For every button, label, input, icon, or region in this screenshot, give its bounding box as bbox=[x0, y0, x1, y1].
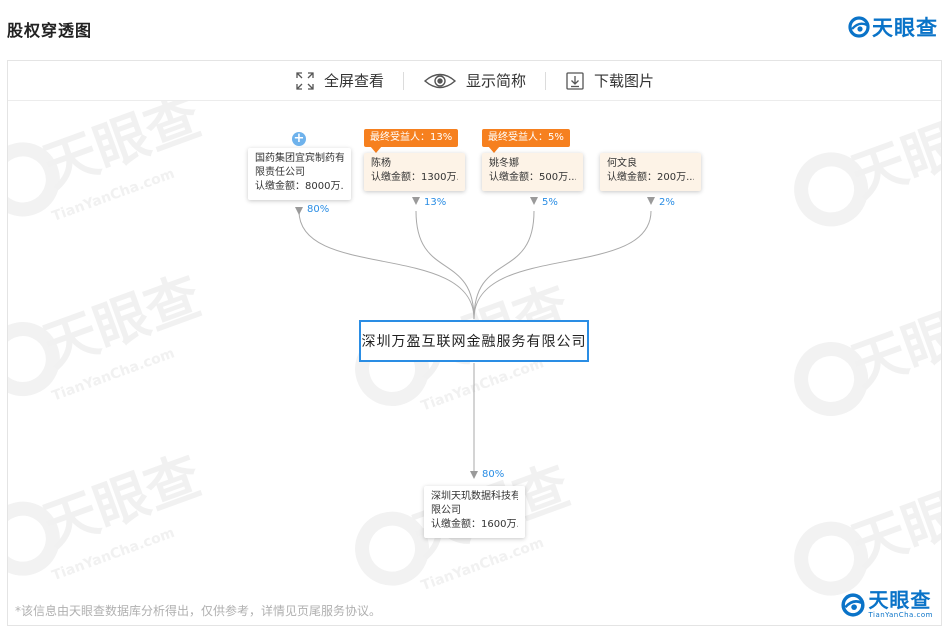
chart-toolbar: 全屏查看 显示简称 下载图片 bbox=[8, 61, 941, 101]
show-short-name-label: 显示简称 bbox=[465, 72, 526, 90]
connector-line bbox=[473, 210, 652, 320]
show-short-name-button[interactable]: 显示简称 bbox=[404, 61, 545, 101]
footer-brand-name: 天眼查 bbox=[868, 588, 932, 612]
download-image-button[interactable]: 下载图片 bbox=[546, 61, 673, 101]
shareholder-node[interactable]: 国药集团宜宾制药有 限责任公司 认缴金额：8000万... bbox=[248, 148, 351, 200]
share-percent: 80% bbox=[482, 469, 505, 480]
center-company-name: 深圳万盈互联网金融服务有限公司 bbox=[361, 334, 587, 350]
share-percent: 13% bbox=[424, 197, 447, 208]
brand-name: 天眼查 bbox=[872, 16, 938, 40]
tianyancha-logo-icon bbox=[848, 16, 870, 38]
footer-brand-logo: 天眼查 TianYanCha.com bbox=[841, 589, 933, 620]
subsidiary-name-line: 深圳天玑数据科技有 bbox=[431, 491, 518, 502]
arrow-down-icon bbox=[647, 197, 655, 205]
equity-chart-frame: 全屏查看 显示简称 下载图片 天眼查 TianYanCha.com 天眼查 Ti… bbox=[7, 60, 942, 626]
subscribed-amount: 认缴金额：8000万... bbox=[255, 181, 344, 192]
shareholder-node[interactable]: 姚冬娜 认缴金额：500万... bbox=[482, 153, 583, 191]
expand-plus-icon[interactable]: + bbox=[292, 132, 306, 146]
share-percent: 80% bbox=[307, 204, 330, 215]
shareholder-name-line: 国药集团宜宾制药有 bbox=[255, 153, 344, 164]
arrow-down-icon bbox=[470, 471, 478, 479]
shareholder-node[interactable]: 何文良 认缴金额：200万... bbox=[600, 153, 701, 191]
arrow-down-icon bbox=[412, 197, 420, 205]
equity-diagram: + 国药集团宜宾制药有 限责任公司 认缴金额：8000万... 80% 最终受益… bbox=[8, 61, 941, 625]
brand-logo: 天眼查 bbox=[848, 12, 938, 42]
fullscreen-label: 全屏查看 bbox=[323, 72, 384, 90]
shareholder-name-line: 限责任公司 bbox=[255, 167, 305, 178]
shareholder-name: 陈杨 bbox=[371, 158, 391, 169]
footer-brand-domain: TianYanCha.com bbox=[868, 611, 933, 619]
shareholder-name: 姚冬娜 bbox=[489, 158, 519, 169]
arrow-down-icon bbox=[295, 207, 303, 215]
subsidiary-name-line: 限公司 bbox=[431, 505, 461, 516]
shareholder-name: 何文良 bbox=[607, 158, 637, 169]
subscribed-amount: 认缴金额：200万... bbox=[607, 172, 694, 183]
tianyancha-logo-icon bbox=[841, 592, 866, 617]
center-company-node[interactable]: 深圳万盈互联网金融服务有限公司 bbox=[359, 320, 589, 362]
fullscreen-icon bbox=[296, 71, 314, 90]
subsidiary-node[interactable]: 深圳天玑数据科技有 限公司 认缴金额：1600万... bbox=[424, 486, 525, 538]
page-title: 股权穿透图 bbox=[7, 21, 93, 40]
arrow-down-icon bbox=[530, 197, 538, 205]
page-header: 股权穿透图 天眼查 bbox=[0, 0, 948, 56]
ultimate-beneficiary-tag: 最终受益人：13% bbox=[364, 129, 459, 153]
download-image-label: 下载图片 bbox=[594, 72, 655, 90]
share-percent: 5% bbox=[542, 197, 558, 208]
connector-line bbox=[415, 210, 475, 320]
disclaimer-note: *该信息由天眼查数据库分析得出，仅供参考，详情见页尾服务协议。 bbox=[15, 604, 382, 618]
ultimate-beneficiary-tag: 最终受益人：5% bbox=[482, 129, 570, 153]
subscribed-amount: 认缴金额：500万... bbox=[489, 172, 576, 183]
connector-line bbox=[298, 210, 475, 320]
subscribed-amount: 认缴金额：1300万... bbox=[371, 172, 458, 183]
fullscreen-button[interactable]: 全屏查看 bbox=[276, 61, 403, 101]
shareholder-node[interactable]: 陈杨 认缴金额：1300万... bbox=[364, 153, 465, 191]
download-icon bbox=[566, 71, 584, 90]
subscribed-amount: 认缴金额：1600万... bbox=[431, 519, 518, 530]
connector-line bbox=[473, 210, 535, 320]
eye-icon bbox=[423, 73, 457, 88]
share-percent: 2% bbox=[659, 197, 675, 208]
